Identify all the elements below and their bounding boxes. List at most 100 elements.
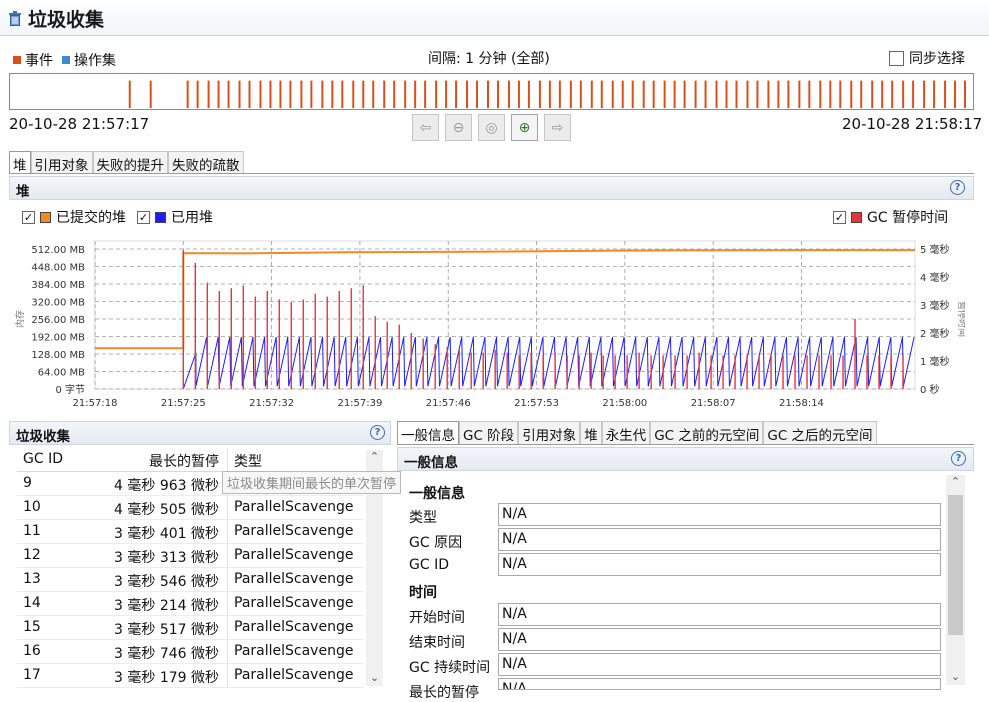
tab-heap[interactable]: 堆 (9, 151, 31, 174)
tab-failed-promotion[interactable]: 失败的提升 (92, 151, 168, 174)
type-cell: ParallelScavenge (227, 616, 364, 639)
type-cell: ParallelScavenge (227, 520, 364, 543)
interval-label: 间隔: 1 分钟 (全部) (428, 51, 550, 67)
committed-heap-label: 已提交的堆 (56, 210, 126, 226)
table-row[interactable]: 17 3 毫秒 179 微秒 ParallelScavenge (17, 664, 364, 688)
timeline-start: 20-10-28 21:57:17 (9, 115, 150, 133)
gc-panel-header: 垃圾收集 (9, 421, 391, 445)
field-value[interactable]: N/A (498, 628, 941, 651)
used-heap-checkbox[interactable]: ✓ (137, 210, 150, 224)
type-cell: ParallelScavenge (227, 664, 364, 687)
gc-id-cell: 11 (23, 523, 41, 539)
y-tick-label: 256.00 MB (31, 315, 85, 326)
detail-tab-divider (397, 444, 974, 445)
used-heap-label: 已用堆 (171, 210, 213, 226)
back-button[interactable]: ⇦ (412, 114, 439, 141)
field-label: GC 持续时间 (409, 660, 491, 676)
x-tick-label: 21:57:18 (73, 398, 118, 409)
y2-tick-label: 5 毫秒 (920, 243, 950, 256)
pause-swatch (851, 211, 862, 223)
events-swatch (13, 56, 21, 64)
type-cell: ParallelScavenge (227, 592, 364, 615)
pause-cell: 3 毫秒 313 微秒 (114, 550, 219, 566)
table-row[interactable]: 11 3 毫秒 401 微秒 ParallelScavenge (17, 520, 364, 544)
gc-id-cell: 13 (23, 571, 41, 587)
detail-scrollbar[interactable]: ⌃ ⌄ (946, 475, 965, 685)
col-longest-pause[interactable]: 最长的暂停 (87, 448, 227, 471)
y-tick-label: 128.00 MB (31, 350, 85, 361)
zoom-out-button[interactable]: ⊖ (445, 114, 472, 141)
tab-references[interactable]: 引用对象 (30, 151, 93, 174)
sync-select-checkbox[interactable] (889, 50, 904, 66)
detail-tab-0[interactable]: 一般信息 (397, 421, 459, 444)
detail-tab-1[interactable]: GC 阶段 (459, 421, 519, 444)
field-label: 开始时间 (409, 610, 465, 626)
heap-chart[interactable]: 512.00 MB 448.00 MB 384.00 MB 320.00 MB 256.… (9, 229, 965, 415)
event-timeline[interactable] (9, 73, 974, 110)
x-tick-label: 21:57:53 (514, 398, 559, 409)
type-cell: ParallelScavenge (227, 496, 364, 519)
gc-pause-checkbox[interactable]: ✓ (833, 210, 846, 224)
gc-id-cell: 15 (23, 619, 41, 635)
scroll-down-icon[interactable]: ⌄ (366, 671, 383, 684)
detail-tab-4[interactable]: 永生代 (601, 421, 651, 444)
col-type[interactable]: 类型 (227, 448, 364, 471)
zoom-in-button[interactable]: ⊕ (511, 114, 538, 141)
x-tick-label: 21:57:46 (426, 398, 471, 409)
field-value[interactable]: N/A (498, 503, 941, 526)
detail-tab-3[interactable]: 堆 (580, 421, 602, 444)
main-tabs: 堆 引用对象 失败的提升 失败的疏散 (9, 151, 244, 174)
table-row[interactable]: 13 3 毫秒 546 微秒 ParallelScavenge (17, 568, 364, 592)
detail-tab-5[interactable]: GC 之前的元空间 (650, 421, 764, 444)
y2-tick-label: 4 毫秒 (920, 271, 950, 284)
pause-cell: 3 毫秒 214 微秒 (114, 598, 219, 614)
field-value[interactable]: N/A (498, 553, 941, 576)
table-row[interactable]: 15 3 毫秒 517 微秒 ParallelScavenge (17, 616, 364, 640)
committed-swatch (40, 211, 51, 223)
table-row[interactable]: 16 3 毫秒 746 微秒 ParallelScavenge (17, 640, 364, 664)
detail-scroll-up-icon[interactable]: ⌃ (946, 475, 965, 488)
detail-scroll-thumb[interactable] (948, 495, 963, 635)
committed-heap-checkbox[interactable]: ✓ (22, 210, 35, 224)
timeline-end: 20-10-28 21:58:17 (842, 115, 983, 133)
zoom-reset-button[interactable]: ◎ (478, 114, 505, 141)
detail-tab-2[interactable]: 引用对象 (518, 421, 581, 444)
scroll-up-icon[interactable]: ⌃ (366, 450, 383, 463)
gc-table-body: 9 4 毫秒 963 微秒 ParallelScavenge 10 4 毫秒 505 微… (17, 472, 364, 688)
detail-help-icon[interactable]: ? (951, 451, 966, 466)
gc-id-cell: 17 (23, 667, 41, 683)
x-tick-label: 21:58:07 (691, 398, 736, 409)
type-cell: ParallelScavenge (227, 640, 364, 663)
table-row[interactable]: 10 4 毫秒 505 微秒 ParallelScavenge (17, 496, 364, 520)
used-swatch (155, 211, 166, 223)
table-row[interactable]: 14 3 毫秒 214 微秒 ParallelScavenge (17, 592, 364, 616)
gc-id-cell: 10 (23, 499, 41, 515)
gc-id-cell: 16 (23, 643, 41, 659)
y-tick-label: 384.00 MB (31, 280, 85, 291)
table-row[interactable]: 12 3 毫秒 313 微秒 ParallelScavenge (17, 544, 364, 568)
gc-help-icon[interactable]: ? (370, 425, 385, 440)
gc-id-cell: 12 (23, 547, 41, 563)
col-gc-id[interactable]: GC ID (17, 448, 87, 471)
y-tick-label: 320.00 MB (31, 298, 85, 309)
detail-tab-6[interactable]: GC 之后的元空间 (763, 421, 877, 444)
x-tick-label: 21:57:32 (249, 398, 294, 409)
timeline-legend: 事件 操作集 (13, 50, 116, 70)
opsets-swatch (62, 56, 70, 64)
pause-cell: 3 毫秒 179 微秒 (114, 670, 219, 686)
tab-failed-evacuation[interactable]: 失败的疏散 (168, 151, 244, 174)
events-legend-label: 事件 (25, 53, 53, 69)
y-tick-label: 64.00 MB (38, 368, 85, 379)
sync-select[interactable]: 同步选择 (889, 48, 965, 68)
gc-pause-label: GC 暂停时间 (867, 210, 949, 226)
heap-panel-title: 堆 (16, 184, 30, 200)
field-value[interactable]: N/A (498, 528, 941, 551)
detail-scroll-down-icon[interactable]: ⌄ (946, 670, 965, 683)
field-value[interactable]: N/A (498, 653, 941, 676)
tab-divider (9, 173, 974, 174)
field-value[interactable]: N/A (498, 603, 941, 626)
forward-button[interactable]: ⇨ (544, 114, 571, 141)
y2-axis-label: 暂停时间 (956, 301, 965, 337)
field-value[interactable]: N/A (498, 678, 941, 690)
help-icon[interactable]: ? (950, 180, 965, 195)
